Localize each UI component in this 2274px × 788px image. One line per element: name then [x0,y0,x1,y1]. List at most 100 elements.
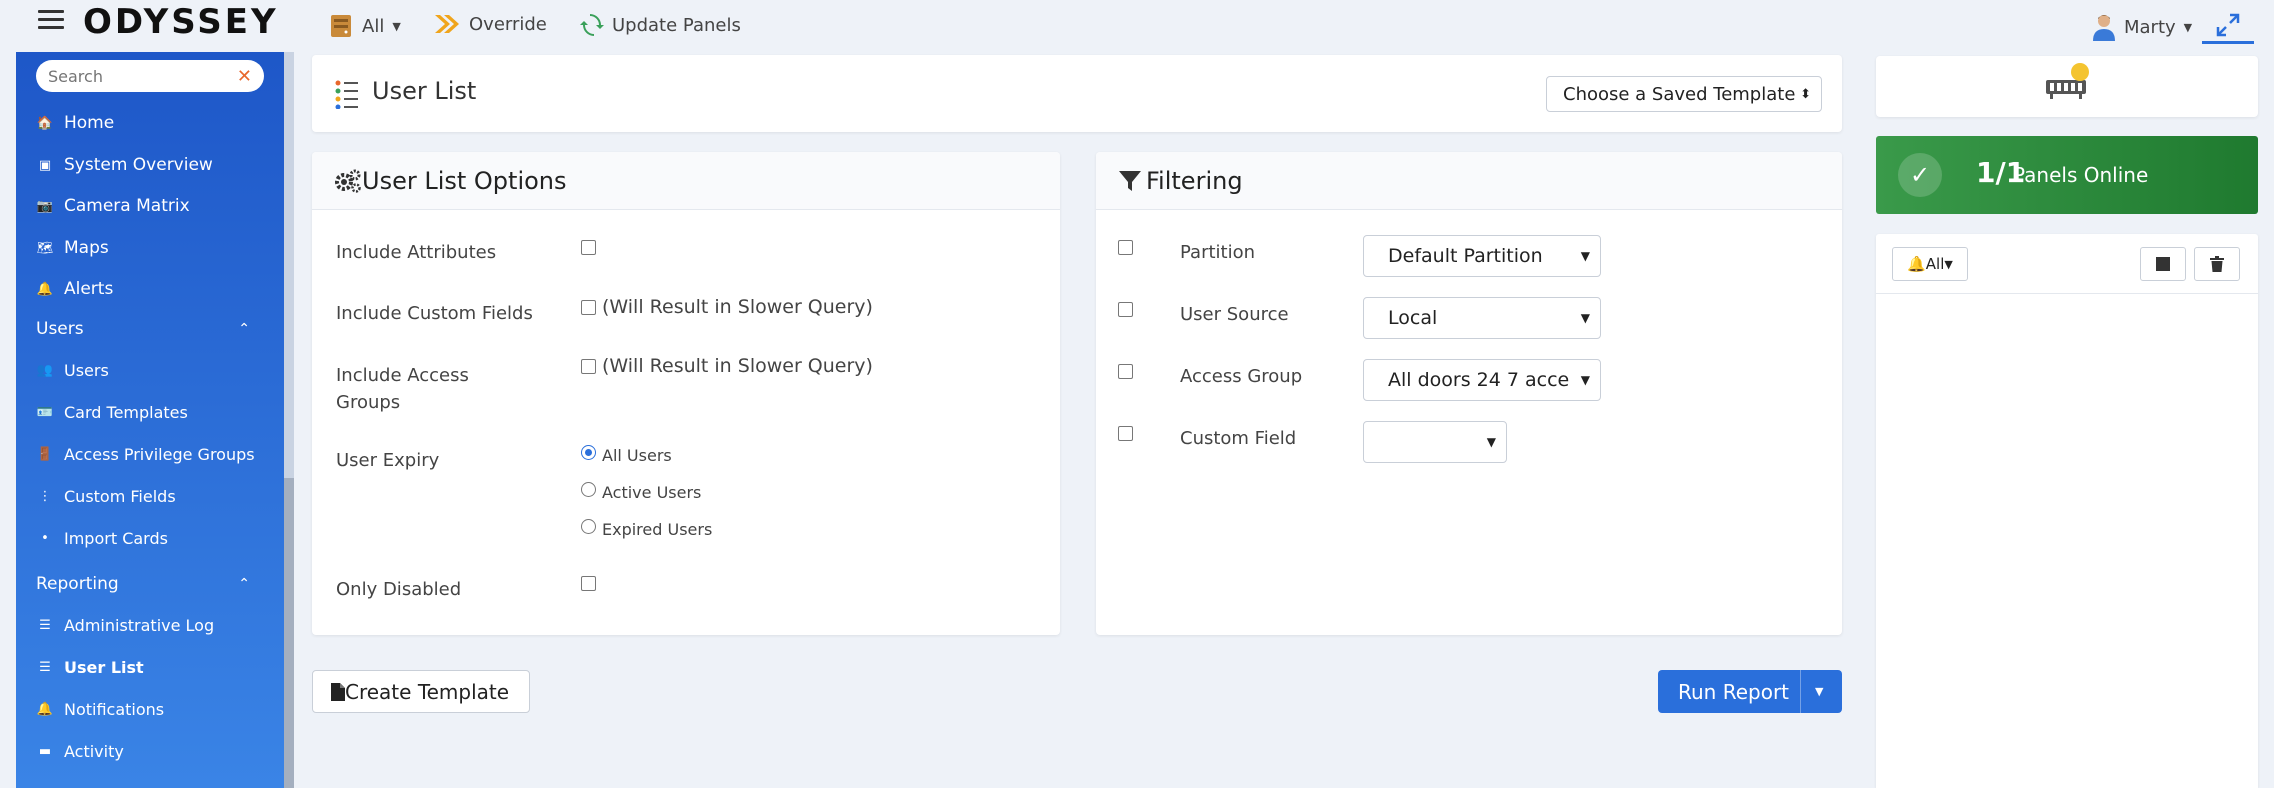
partition-label: Partition [1180,242,1256,263]
caret-down-icon: ▼ [392,19,401,33]
update-panels-button[interactable]: Update Panels [580,13,741,37]
sidebar-item-card-templates[interactable]: 🪪 Card Templates [16,399,284,425]
id-card-icon: 🪪 [36,404,54,420]
run-report-button[interactable]: Run Report ▼ [1658,670,1842,713]
bell-icon: 🔔 [36,281,54,297]
page-header-card: User List Choose a Saved Template ⬍ [312,55,1842,132]
filtering-card: Filtering Partition Default Partition ▼ … [1096,152,1842,635]
sidebar-item-notifications[interactable]: 🔔 Notifications [16,696,284,722]
include-custom-fields-label: Include Custom Fields [336,303,533,324]
slow-query-hint: (Will Result in Slower Query) [602,296,873,318]
only-disabled-checkbox[interactable] [581,576,596,591]
sidebar-item-label: System Overview [64,155,213,175]
import-icon: • [41,530,49,546]
sidebar-item-label: Custom Fields [64,486,176,506]
sidebar-item-import-cards[interactable]: • Import Cards [16,525,284,551]
user-source-checkbox[interactable] [1118,302,1133,317]
sidebar-item-activity[interactable]: ▬ Activity [16,738,284,764]
create-template-button[interactable]: Create Template [312,670,530,713]
clear-search-icon[interactable]: ✕ [237,66,252,87]
map-icon: 🗺 [36,240,54,256]
custom-field-select[interactable]: ▼ [1363,421,1507,463]
chevron-up-icon: ⌃ [238,321,250,337]
sidebar-item-alerts[interactable]: 🔔 Alerts [16,276,284,302]
chevron-down-icon: ▼ [1482,435,1496,449]
user-list-options-card: User List Options Include Attributes Inc… [312,152,1060,635]
expiry-expired-label: Expired Users [602,520,713,539]
hamburger-menu-icon[interactable] [38,10,64,30]
options-card-header: User List Options [312,152,1060,210]
panel-filter-label: All [362,15,385,37]
sidebar-item-user-list[interactable]: ☰ User List [16,654,284,680]
bell-filter-dropdown[interactable]: 🔔 All ▼ [1892,247,1968,281]
override-button[interactable]: Override [433,13,547,35]
override-label: Override [469,13,547,35]
users-icon: 👥 [36,362,54,378]
chevron-down-icon: ▼ [1576,373,1590,387]
chevron-up-icon: ⌃ [238,576,250,592]
sidebar-section-label: Reporting [36,574,119,594]
run-report-dropdown-caret-icon[interactable]: ▼ [1815,685,1823,698]
user-menu-dropdown[interactable]: Marty ▼ [2092,13,2192,41]
activity-icon: ▬ [38,743,52,759]
options-card-title: User List Options [362,166,567,195]
check-icon: ✓ [1898,153,1942,197]
list-icon: ☰ [39,617,51,633]
controller-panel-icon [2046,63,2089,99]
sidebar-item-home[interactable]: 🏠 Home [16,110,284,136]
sidebar-search: ✕ [36,60,264,92]
user-source-value: Local [1388,307,1438,329]
sidebar-item-label: Notifications [64,699,165,719]
sidebar-item-system-overview[interactable]: ▣ System Overview [16,152,284,178]
list-icon: ☰ [39,659,51,675]
sidebar-item-label: User List [64,657,144,677]
sidebar-item-camera-matrix[interactable]: 📷 Camera Matrix [16,193,284,219]
access-group-checkbox[interactable] [1118,364,1133,379]
expand-button[interactable] [2202,8,2254,44]
access-group-select[interactable]: All doors 24 7 acce ▼ [1363,359,1601,401]
search-input[interactable] [48,66,228,86]
app-logo: ODYSSEY [83,2,279,42]
sidebar-item-users[interactable]: 👥 Users [16,357,284,383]
sidebar-item-maps[interactable]: 🗺 Maps [16,235,284,261]
filter-icon [1119,170,1141,191]
saved-template-select[interactable]: Choose a Saved Template ⬍ [1546,76,1822,112]
include-access-groups-label: Include Access Groups [336,365,469,413]
stop-button[interactable] [2140,247,2186,281]
sidebar-item-access-privilege-groups[interactable]: 🚪 Access Privilege Groups [16,441,284,467]
sidebar-item-label: Users [64,360,109,380]
filtering-card-header: Filtering [1096,152,1842,210]
include-attributes-label: Include Attributes [336,242,497,263]
sidebar-item-custom-fields[interactable]: ⋮ Custom Fields [16,483,284,509]
create-template-label: Create Template [345,679,510,704]
partition-checkbox[interactable] [1118,240,1133,255]
access-group-value: All doors 24 7 acce [1388,369,1570,391]
sidebar-scrollbar-thumb[interactable] [284,478,294,788]
user-source-select[interactable]: Local ▼ [1363,297,1601,339]
saved-template-value: Choose a Saved Template [1563,83,1796,105]
slow-query-hint: (Will Result in Slower Query) [602,355,873,377]
expiry-all-radio[interactable] [581,445,596,460]
page-title: User List [372,77,477,105]
sidebar-item-label: Activity [64,741,124,761]
expand-arrows-icon [2216,13,2240,36]
controller-card [1876,56,2258,117]
trash-icon [2210,256,2224,272]
user-name: Marty [2124,16,2176,38]
include-custom-fields-checkbox[interactable] [581,300,596,315]
sidebar-section-users[interactable]: Users ⌃ [16,316,284,342]
sidebar-item-administrative-log[interactable]: ☰ Administrative Log [16,612,284,638]
partition-select[interactable]: Default Partition ▼ [1363,235,1601,277]
sidebar-section-reporting[interactable]: Reporting ⌃ [16,571,284,597]
delete-button[interactable] [2194,247,2240,281]
expiry-active-label: Active Users [602,483,702,502]
custom-field-checkbox[interactable] [1118,426,1133,441]
sidebar-item-label: Access Privilege Groups [64,444,255,464]
user-expiry-label: User Expiry [336,450,440,471]
panel-filter-dropdown[interactable]: All ▼ [328,13,401,39]
update-panels-label: Update Panels [612,14,741,36]
include-access-groups-checkbox[interactable] [581,359,596,374]
expiry-expired-radio[interactable] [581,519,596,534]
expiry-active-radio[interactable] [581,482,596,497]
include-attributes-checkbox[interactable] [581,240,596,255]
